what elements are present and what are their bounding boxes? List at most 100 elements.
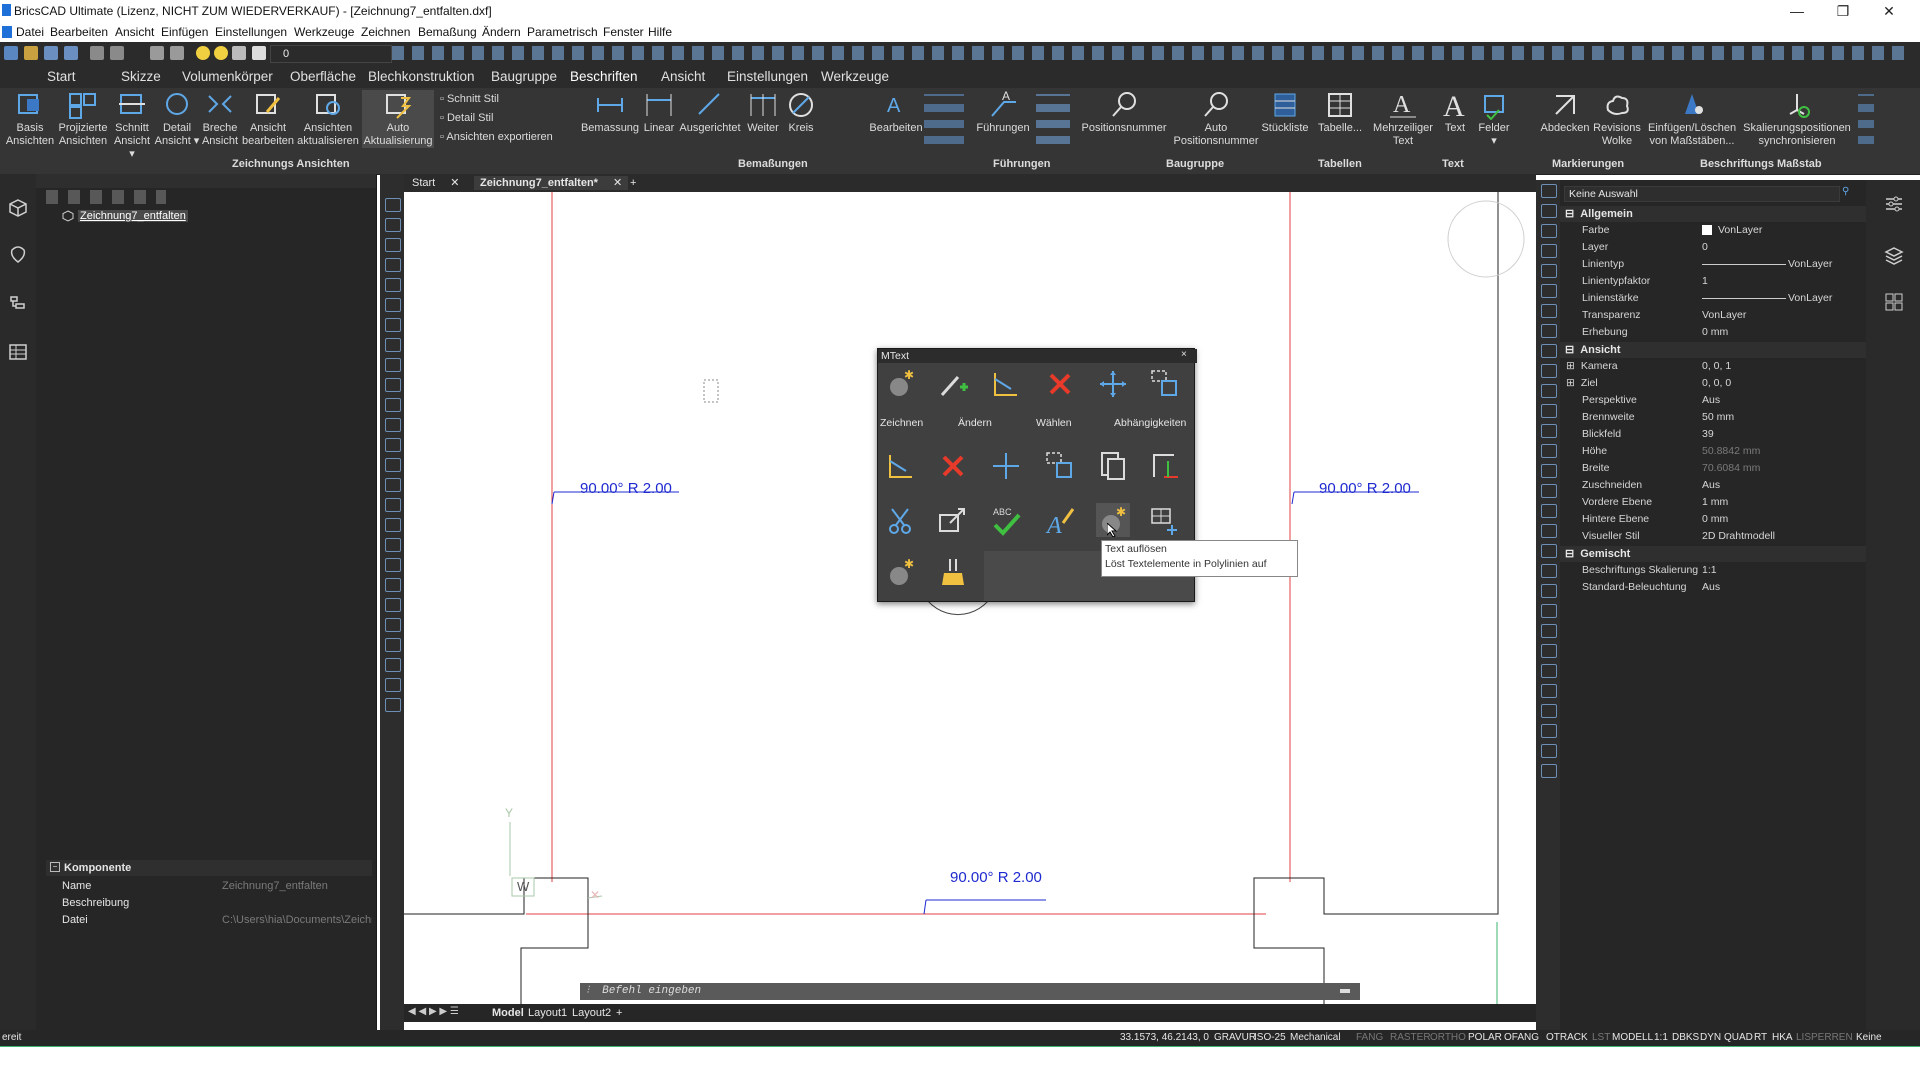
collapse-icon[interactable]: − (50, 862, 60, 872)
tabelle-button[interactable]: Tabelle... (1312, 90, 1368, 135)
undo-icon[interactable] (150, 46, 164, 60)
tool-button-icon[interactable] (1541, 744, 1557, 758)
command-input[interactable]: Befehl eingeben (602, 985, 701, 997)
constraints-icon[interactable] (1148, 367, 1182, 401)
edit-text-icon[interactable]: A (1043, 503, 1077, 539)
layout-tab-layout2[interactable]: Layout2 (572, 1007, 611, 1019)
prop-value[interactable]: Aus (1702, 581, 1720, 593)
ansichten-aktualisieren-button[interactable]: Ansichten aktualisieren (296, 90, 360, 148)
schnitt-stil-button[interactable]: ▫ Schnitt Stil (440, 93, 499, 105)
prop-value[interactable]: VonLayer (1788, 292, 1832, 304)
tool-button-icon[interactable] (1541, 244, 1557, 258)
status-raster[interactable]: RASTER (1390, 1032, 1431, 1043)
restore-button[interactable]: ❐ (1820, 0, 1866, 22)
modify-icon[interactable] (884, 449, 918, 483)
command-line[interactable]: ⁝ Befehl eingeben (580, 983, 1360, 1000)
schnitt-ansicht-button[interactable]: Schnitt Ansicht ▾ (110, 90, 154, 161)
status-dyn[interactable]: DYN (1700, 1032, 1721, 1043)
tool-button-icon[interactable] (1541, 384, 1557, 398)
dimension-label-left[interactable]: 90.00° R 2.00 (580, 480, 672, 497)
menu-bemassung[interactable]: Bemaßung (418, 25, 477, 39)
detail-stil-button[interactable]: ▫ Detail Stil (440, 112, 493, 124)
tab-baugruppe[interactable]: Baugruppe (491, 69, 557, 84)
tool-button-icon[interactable] (1541, 664, 1557, 678)
dimension-label-right[interactable]: 90.00° R 2.00 (1319, 480, 1411, 497)
pipette-icon[interactable] (936, 367, 970, 401)
status-mechanical[interactable]: Mechanical (1290, 1032, 1341, 1043)
massstaebe-einfuegen-button[interactable]: Einfügen/Löschen von Maßstäben... (1648, 90, 1736, 148)
status-lisperren[interactable]: LISPERREN (1796, 1032, 1853, 1043)
prop-value[interactable]: 0, 0, 1 (1702, 360, 1731, 372)
tool-button-icon[interactable] (1541, 284, 1557, 298)
status-gravur[interactable]: GRAVUR (1214, 1032, 1256, 1043)
tool-button-icon[interactable] (385, 638, 401, 652)
save-icon[interactable] (44, 46, 58, 60)
tool-button-icon[interactable] (385, 238, 401, 252)
layout-add-button[interactable]: + (616, 1007, 622, 1019)
tool-button-icon[interactable] (1541, 704, 1557, 718)
mehrzeiliger-text-button[interactable]: A Mehrzeiliger Text (1368, 90, 1438, 148)
tool-button-icon[interactable] (385, 498, 401, 512)
paste-icon[interactable] (1096, 449, 1130, 483)
prop-value[interactable]: 0 mm (1702, 513, 1728, 525)
tool-button-icon[interactable] (385, 538, 401, 552)
tool-button-icon[interactable] (1541, 684, 1557, 698)
modify-group-icon[interactable] (989, 367, 1023, 401)
collapse-icon[interactable]: ⊟ (1565, 344, 1574, 356)
menu-bearbeiten[interactable]: Bearbeiten (50, 25, 108, 39)
detail-ansicht-button[interactable]: Detail Ansicht ▾ (154, 90, 200, 148)
status-dimstyle[interactable]: ISO-25 (1254, 1032, 1286, 1043)
selection-dropdown[interactable]: Keine Auswahl (1564, 186, 1840, 202)
bearbeiten-button[interactable]: A Bearbeiten (864, 90, 928, 135)
prop-value-file[interactable]: C:\Users\hia\Documents\Zeichnun (222, 914, 372, 926)
basis-ansichten-button[interactable]: Basis Ansichten (4, 90, 56, 148)
status-quad[interactable]: QUAD (1724, 1032, 1753, 1043)
leader-tools-icon[interactable] (1036, 94, 1070, 144)
move-icon[interactable] (989, 449, 1023, 483)
prop-value[interactable]: VonLayer (1718, 224, 1762, 236)
breche-ansicht-button[interactable]: Breche Ansicht (198, 90, 242, 148)
menu-fenster[interactable]: Fenster (603, 25, 644, 39)
status-rt[interactable]: RT (1754, 1032, 1767, 1043)
tool-button-icon[interactable] (385, 598, 401, 612)
structure-tree-icon[interactable] (8, 294, 28, 314)
close-tab-icon[interactable]: ✕ (613, 177, 622, 189)
tool-button-icon[interactable] (385, 658, 401, 672)
menu-aendern[interactable]: Ändern (482, 25, 521, 39)
save-as-icon[interactable] (64, 46, 78, 60)
section-gemischt[interactable]: ⊟ Gemischt (1560, 546, 1866, 562)
layer-lock-icon[interactable] (232, 46, 246, 60)
stretch-icon[interactable] (1148, 449, 1182, 483)
prop-value[interactable]: 39 (1702, 428, 1714, 440)
tool-button-icon[interactable] (385, 678, 401, 692)
draw-group-icon[interactable]: ✱ (884, 367, 918, 401)
layout-nav-arrows[interactable]: ◀ ◀ ▶ ▶ ☰ (408, 1006, 459, 1017)
tool-button-icon[interactable] (1541, 424, 1557, 438)
bemassung-button[interactable]: Bemassung (578, 90, 642, 135)
ausgerichtet-button[interactable]: Ausgerichtet (676, 90, 744, 135)
ansichten-exportieren-button[interactable]: ▫ Ansichten exportieren (440, 131, 553, 143)
prop-value[interactable]: 2D Drahtmodell (1702, 530, 1775, 542)
menu-hilfe[interactable]: Hilfe (648, 25, 672, 39)
tool-button-icon[interactable] (1541, 264, 1557, 278)
tool-button-icon[interactable] (1541, 344, 1557, 358)
tool-button-icon[interactable] (385, 378, 401, 392)
menu-ansicht[interactable]: Ansicht (115, 25, 154, 39)
weiter-button[interactable]: Weiter (744, 90, 782, 135)
prop-value[interactable]: 0, 0, 0 (1702, 377, 1731, 389)
text-button[interactable]: A Text (1438, 90, 1472, 135)
prop-value[interactable]: 50 mm (1702, 411, 1734, 423)
status-hka[interactable]: HKA (1772, 1032, 1793, 1043)
section-ansicht[interactable]: ⊟ Ansicht (1560, 342, 1866, 358)
dimension-tools-icon[interactable] (924, 94, 964, 144)
skalierungspositionen-button[interactable]: Skalierungspositionen synchronisieren (1740, 90, 1854, 148)
menu-parametrisch[interactable]: Parametrisch (527, 25, 598, 39)
tool-button-icon[interactable] (1541, 504, 1557, 518)
status-lst[interactable]: LST (1592, 1032, 1610, 1043)
tool-button-icon[interactable] (385, 398, 401, 412)
layout-tab-model[interactable]: Model (492, 1007, 524, 1019)
menu-werkzeuge[interactable]: Werkzeuge (294, 25, 354, 39)
collapse-icon[interactable]: ⊟ (1565, 208, 1574, 220)
minimize-button[interactable]: — (1774, 0, 1820, 22)
open-file-icon[interactable] (24, 46, 38, 60)
